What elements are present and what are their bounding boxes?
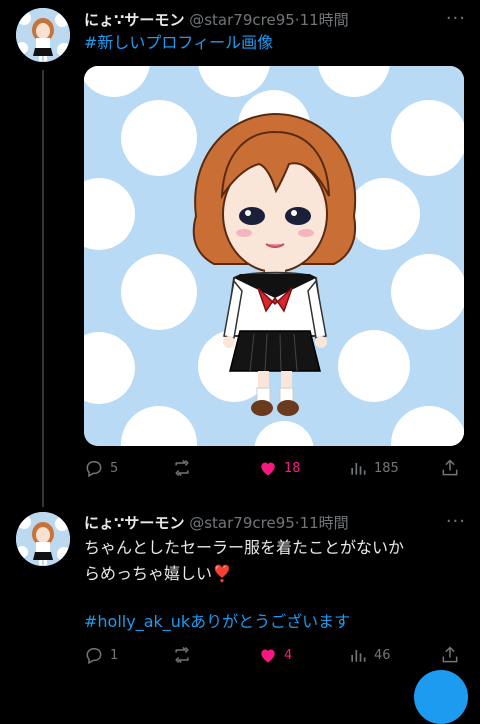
hashtag-suffix-text: ありがとうございます bbox=[190, 612, 351, 631]
retweet-button[interactable] bbox=[172, 458, 192, 478]
like-button[interactable]: 18 bbox=[258, 458, 301, 478]
avatar-image bbox=[16, 8, 70, 62]
reply-button[interactable]: 5 bbox=[84, 458, 118, 478]
retweet-button[interactable] bbox=[172, 645, 192, 665]
share-button[interactable] bbox=[440, 645, 460, 665]
tweet-text: ちゃんとしたセーラー服を着たことがないか らめっちゃ嬉しい❣️ #holly_a… bbox=[84, 535, 404, 635]
thread-connector-line bbox=[42, 70, 44, 507]
reply-icon bbox=[86, 461, 102, 478]
share-icon bbox=[442, 646, 458, 663]
hashtag-link[interactable]: #新しいプロフィール画像 bbox=[84, 33, 273, 52]
tweet-text-line: らめっちゃ嬉しい❣️ bbox=[84, 561, 404, 587]
like-count: 4 bbox=[284, 647, 293, 663]
display-name[interactable]: にょ∵サーモン bbox=[84, 11, 184, 29]
hashtag-link[interactable]: #holly_ak_uk bbox=[84, 612, 190, 631]
retweet-icon bbox=[175, 646, 189, 664]
like-button[interactable]: 4 bbox=[258, 645, 292, 665]
avatar[interactable] bbox=[16, 8, 70, 62]
views-count: 185 bbox=[374, 460, 399, 476]
user-handle[interactable]: @star79cre95 bbox=[189, 514, 295, 532]
views-bar-chart-icon bbox=[351, 463, 366, 475]
more-options-button[interactable]: ··· bbox=[446, 511, 466, 532]
tweet-actions: 1 4 46 bbox=[84, 645, 464, 669]
avatar-image bbox=[16, 512, 70, 566]
display-name[interactable]: にょ∵サーモン bbox=[84, 514, 184, 532]
timestamp[interactable]: 11時間 bbox=[300, 11, 349, 29]
timestamp[interactable]: 11時間 bbox=[300, 514, 349, 532]
tweet-text-line: #holly_ak_ukありがとうございます bbox=[84, 609, 404, 635]
like-count: 18 bbox=[284, 460, 301, 476]
reply-button[interactable]: 1 bbox=[84, 645, 118, 665]
retweet-icon bbox=[175, 459, 189, 477]
tweet-text-fragment: らめっちゃ嬉しい bbox=[84, 564, 213, 583]
tweet-text: #新しいプロフィール画像 bbox=[84, 30, 273, 56]
reply-count: 5 bbox=[110, 460, 119, 476]
share-icon bbox=[442, 459, 458, 476]
views-count: 46 bbox=[374, 647, 391, 663]
avatar[interactable] bbox=[16, 512, 70, 566]
compose-tweet-button[interactable] bbox=[414, 670, 468, 724]
tweet-header: にょ∵サーモン @star79cre95·11時間 bbox=[84, 512, 349, 533]
heart-filled-icon bbox=[261, 462, 275, 476]
reply-icon bbox=[86, 648, 102, 665]
heart-exclamation-emoji: ❣️ bbox=[212, 564, 232, 583]
tweet-text-line: ちゃんとしたセーラー服を着たことがないか bbox=[84, 538, 405, 557]
views-button[interactable]: 185 bbox=[348, 458, 399, 478]
user-handle[interactable]: @star79cre95 bbox=[189, 11, 295, 29]
share-button[interactable] bbox=[440, 458, 460, 478]
views-bar-chart-icon bbox=[351, 650, 366, 662]
chibi-sailor-girl-illustration bbox=[84, 66, 464, 446]
tweet-actions: 5 18 185 bbox=[84, 458, 464, 482]
reply-count: 1 bbox=[110, 647, 119, 663]
heart-filled-icon bbox=[261, 649, 275, 663]
tweet-media-image[interactable] bbox=[84, 66, 464, 446]
views-button[interactable]: 46 bbox=[348, 645, 391, 665]
more-options-button[interactable]: ··· bbox=[446, 8, 466, 29]
tweet-header: にょ∵サーモン @star79cre95·11時間 bbox=[84, 9, 349, 30]
